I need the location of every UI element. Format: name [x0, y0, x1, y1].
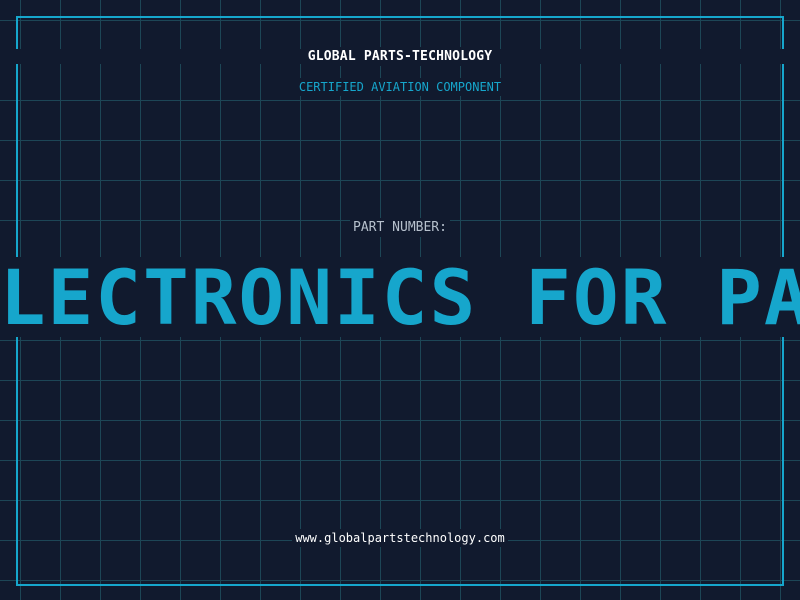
- part-number-label-text: PART NUMBER:: [350, 218, 450, 237]
- website-url-text: www.globalpartstechnology.com: [292, 529, 508, 547]
- subtitle-text: CERTIFIED AVIATION COMPONENT: [295, 78, 505, 96]
- website-url: www.globalpartstechnology.com: [0, 529, 800, 547]
- part-number-value: ELECTRONICS FOR PARTS: [0, 257, 800, 337]
- company-name-text: GLOBAL PARTS-TECHNOLOGY: [304, 47, 496, 66]
- label-card: GLOBAL PARTS-TECHNOLOGY CERTIFIED AVIATI…: [0, 0, 800, 600]
- part-number-band: ELECTRONICS FOR PARTS: [0, 257, 800, 337]
- part-number-label: PART NUMBER:: [0, 218, 800, 237]
- company-name: GLOBAL PARTS-TECHNOLOGY: [0, 47, 800, 66]
- subtitle: CERTIFIED AVIATION COMPONENT: [0, 78, 800, 96]
